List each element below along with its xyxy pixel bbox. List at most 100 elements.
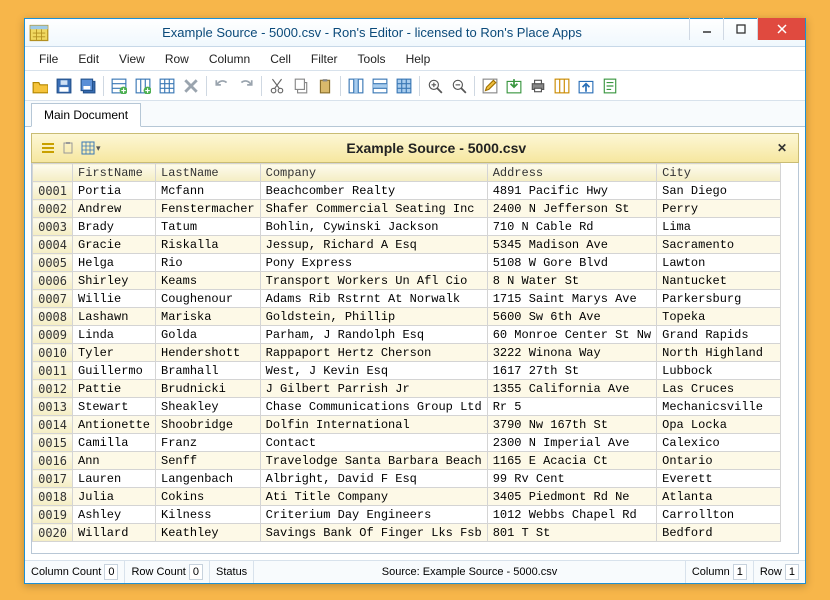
table-row[interactable]: 0005HelgaRioPony Express5108 W Gore Blvd…	[33, 254, 781, 272]
row-number[interactable]: 0016	[33, 452, 73, 470]
cell[interactable]: Pony Express	[260, 254, 487, 272]
cell[interactable]: Las Cruces	[657, 380, 781, 398]
cell[interactable]: 5108 W Gore Blvd	[487, 254, 656, 272]
table-row[interactable]: 0020WillardKeathleySavings Bank Of Finge…	[33, 524, 781, 542]
cell[interactable]: Carrollton	[657, 506, 781, 524]
cell[interactable]: Langenbach	[156, 470, 261, 488]
menu-row[interactable]: Row	[155, 49, 199, 69]
cell[interactable]: Brudnicki	[156, 380, 261, 398]
row-number[interactable]: 0007	[33, 290, 73, 308]
add-column-icon[interactable]	[132, 75, 154, 97]
table-row[interactable]: 0009LindaGoldaParham, J Randolph Esq60 M…	[33, 326, 781, 344]
cell[interactable]: Lima	[657, 218, 781, 236]
row-number[interactable]: 0001	[33, 182, 73, 200]
cell[interactable]: 801 T St	[487, 524, 656, 542]
cell[interactable]: Willie	[73, 290, 156, 308]
table-row[interactable]: 0006ShirleyKeamsTransport Workers Un Afl…	[33, 272, 781, 290]
cell[interactable]: 8 N Water St	[487, 272, 656, 290]
import-icon[interactable]	[575, 75, 597, 97]
table-row[interactable]: 0017LaurenLangenbachAlbright, David F Es…	[33, 470, 781, 488]
maximize-button[interactable]	[723, 18, 757, 40]
row-number[interactable]: 0017	[33, 470, 73, 488]
cell[interactable]: Franz	[156, 434, 261, 452]
row-number[interactable]: 0013	[33, 398, 73, 416]
cell[interactable]: Rr 5	[487, 398, 656, 416]
table-row[interactable]: 0011GuillermoBramhallWest, J Kevin Esq16…	[33, 362, 781, 380]
cell[interactable]: Dolfin International	[260, 416, 487, 434]
cell[interactable]: Criterium Day Engineers	[260, 506, 487, 524]
cell[interactable]: 1012 Webbs Chapel Rd	[487, 506, 656, 524]
table-row[interactable]: 0013StewartSheakleyChase Communications …	[33, 398, 781, 416]
doc-clipboard-icon[interactable]	[58, 138, 78, 158]
cell[interactable]: Willard	[73, 524, 156, 542]
cell[interactable]: Bedford	[657, 524, 781, 542]
cell[interactable]: 3222 Winona Way	[487, 344, 656, 362]
table-row[interactable]: 0019AshleyKilnessCriterium Day Engineers…	[33, 506, 781, 524]
row-number[interactable]: 0002	[33, 200, 73, 218]
cell[interactable]: Travelodge Santa Barbara Beach	[260, 452, 487, 470]
cell[interactable]: Golda	[156, 326, 261, 344]
menu-tools[interactable]: Tools	[348, 49, 396, 69]
row-number[interactable]: 0019	[33, 506, 73, 524]
cell[interactable]: Hendershott	[156, 344, 261, 362]
cell[interactable]: Shirley	[73, 272, 156, 290]
cell[interactable]: Shoobridge	[156, 416, 261, 434]
cell[interactable]: Topeka	[657, 308, 781, 326]
menu-view[interactable]: View	[109, 49, 155, 69]
table-row[interactable]: 0008LashawnMariskaGoldstein, Phillip5600…	[33, 308, 781, 326]
row-number[interactable]: 0015	[33, 434, 73, 452]
cell[interactable]: Jessup, Richard A Esq	[260, 236, 487, 254]
column-header-firstname[interactable]: FirstName	[73, 164, 156, 182]
table-row[interactable]: 0003BradyTatumBohlin, Cywinski Jackson71…	[33, 218, 781, 236]
close-button[interactable]	[757, 18, 805, 40]
cell[interactable]: Mcfann	[156, 182, 261, 200]
redo-icon[interactable]	[235, 75, 257, 97]
cell[interactable]: 2300 N Imperial Ave	[487, 434, 656, 452]
row-number[interactable]: 0009	[33, 326, 73, 344]
select-col-icon[interactable]	[345, 75, 367, 97]
cell[interactable]: Everett	[657, 470, 781, 488]
cell[interactable]: 1355 California Ave	[487, 380, 656, 398]
cell[interactable]: Lawton	[657, 254, 781, 272]
cell[interactable]: 5345 Madison Ave	[487, 236, 656, 254]
cell[interactable]: Ontario	[657, 452, 781, 470]
table-row[interactable]: 0002AndrewFenstermacherShafer Commercial…	[33, 200, 781, 218]
cell[interactable]: Lubbock	[657, 362, 781, 380]
edit-cell-icon[interactable]	[479, 75, 501, 97]
cell[interactable]: Julia	[73, 488, 156, 506]
cell[interactable]: J Gilbert Parrish Jr	[260, 380, 487, 398]
cell[interactable]: Mechanicsville	[657, 398, 781, 416]
column-header-city[interactable]: City	[657, 164, 781, 182]
cut-icon[interactable]	[266, 75, 288, 97]
cell[interactable]: Tatum	[156, 218, 261, 236]
cell[interactable]: Sacramento	[657, 236, 781, 254]
row-number[interactable]: 0018	[33, 488, 73, 506]
table-row[interactable]: 0010TylerHendershottRappaport Hertz Cher…	[33, 344, 781, 362]
cell[interactable]: Shafer Commercial Seating Inc	[260, 200, 487, 218]
columns-icon[interactable]	[551, 75, 573, 97]
table-row[interactable]: 0001PortiaMcfannBeachcomber Realty4891 P…	[33, 182, 781, 200]
cell[interactable]: Atlanta	[657, 488, 781, 506]
table-row[interactable]: 0018JuliaCokinsAti Title Company3405 Pie…	[33, 488, 781, 506]
cell[interactable]: Ati Title Company	[260, 488, 487, 506]
cell[interactable]: 60 Monroe Center St Nw	[487, 326, 656, 344]
cell[interactable]: Albright, David F Esq	[260, 470, 487, 488]
table-row[interactable]: 0015CamillaFranzContact2300 N Imperial A…	[33, 434, 781, 452]
cell[interactable]: Rio	[156, 254, 261, 272]
row-number[interactable]: 0010	[33, 344, 73, 362]
cell[interactable]: Brady	[73, 218, 156, 236]
table-row[interactable]: 0007WillieCoughenourAdams Rib Rstrnt At …	[33, 290, 781, 308]
cell[interactable]: Lauren	[73, 470, 156, 488]
print-icon[interactable]	[527, 75, 549, 97]
copy-icon[interactable]	[290, 75, 312, 97]
doc-menu-icon[interactable]	[38, 138, 58, 158]
cell[interactable]: Camilla	[73, 434, 156, 452]
cell[interactable]: 3405 Piedmont Rd Ne	[487, 488, 656, 506]
table-row[interactable]: 0014AntionetteShoobridgeDolfin Internati…	[33, 416, 781, 434]
row-number[interactable]: 0006	[33, 272, 73, 290]
cell[interactable]: Andrew	[73, 200, 156, 218]
table-row[interactable]: 0012PattieBrudnickiJ Gilbert Parrish Jr1…	[33, 380, 781, 398]
cell[interactable]: Lashawn	[73, 308, 156, 326]
cell[interactable]: Ann	[73, 452, 156, 470]
cell[interactable]: 2400 N Jefferson St	[487, 200, 656, 218]
